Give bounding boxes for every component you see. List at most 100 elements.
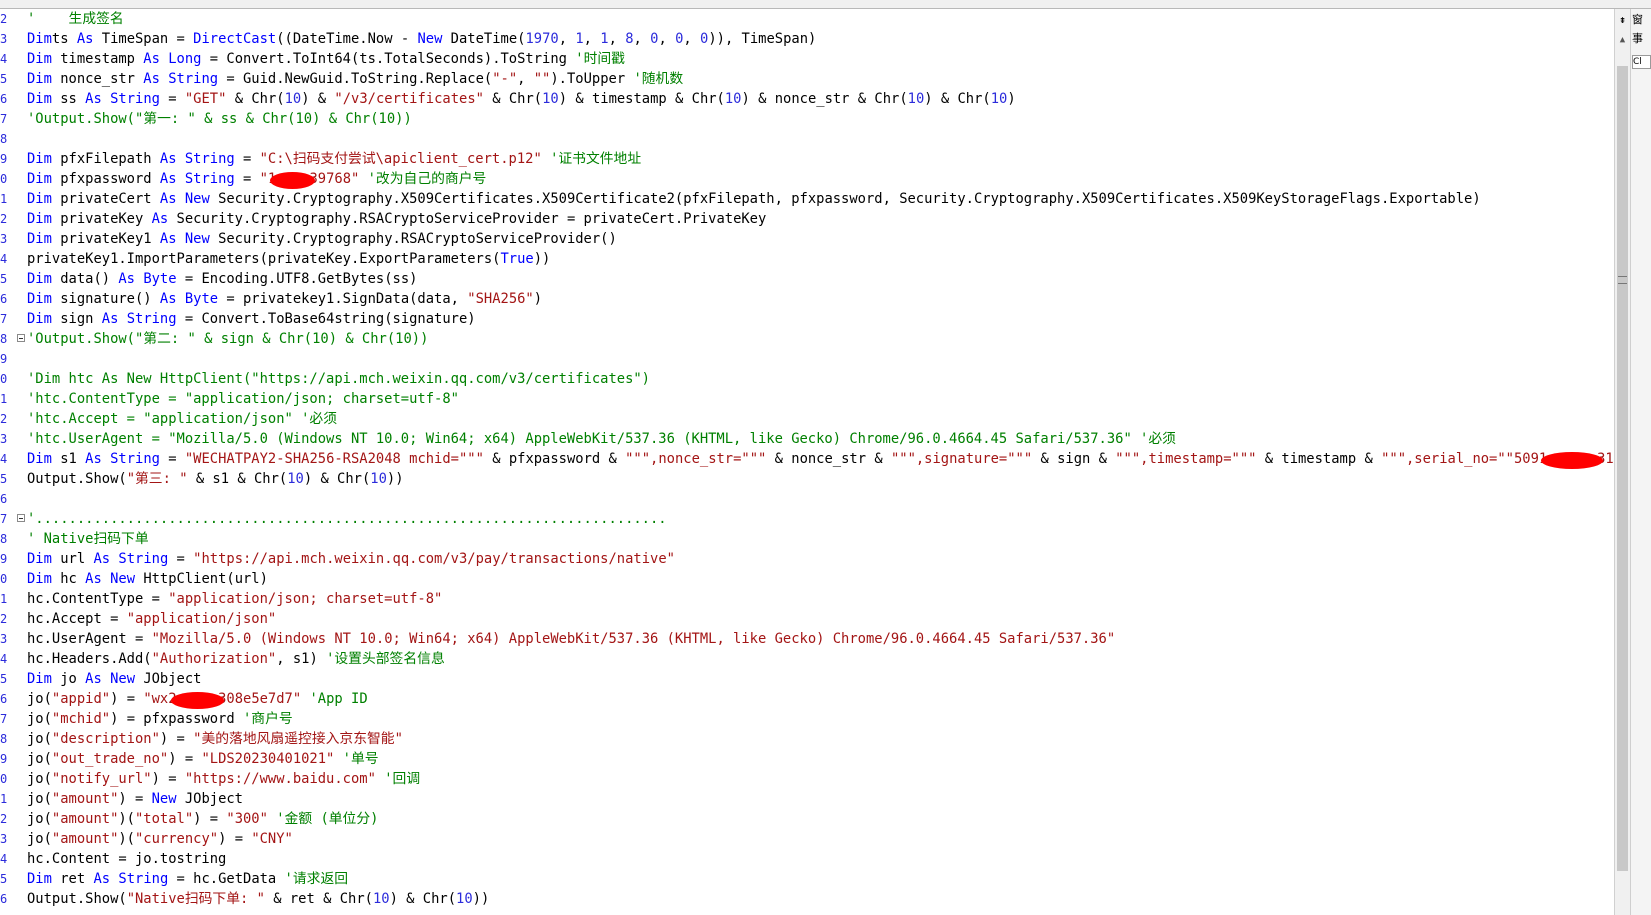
code-text: Dim privateKey1 As New Security.Cryptogr…	[27, 229, 617, 249]
code-keyword: Long	[168, 51, 202, 67]
code-line[interactable]: 2 'htc.Accept = "application/json" '必须	[0, 409, 1614, 429]
code-line[interactable]: 2 hc.Accept = "application/json"	[0, 609, 1614, 629]
code-token: Output.Show(	[27, 891, 127, 907]
code-number: 10	[284, 91, 302, 107]
code-line[interactable]: 4 hc.Headers.Add("Authorization", s1) '设置…	[0, 649, 1614, 669]
code-line[interactable]: 0 jo("notify_url") = "https://www.baidu.c…	[0, 769, 1614, 789]
code-line[interactable]: 6	[0, 489, 1614, 509]
code-line[interactable]: 7 jo("mchid") = pfxpassword '商户号	[0, 709, 1614, 729]
split-view-icon[interactable]: ⇟	[1617, 14, 1628, 26]
code-line[interactable]: 2 jo("amount")("total") = "300" '金额 (单位分)	[0, 809, 1614, 829]
code-keyword: String	[184, 151, 235, 167]
line-number: 1	[0, 392, 8, 406]
code-keyword: As	[143, 51, 160, 67]
code-line[interactable]: 8 'Output.Show("第二: " & sign & Chr(10) & …	[0, 329, 1614, 349]
code-text: 'htc.UserAgent = "Mozilla/5.0 (Windows N…	[27, 429, 1176, 449]
code-keyword: New	[184, 191, 210, 207]
code-string: """,nonce_str="""	[625, 451, 767, 467]
line-number: 5	[0, 472, 8, 486]
code-line[interactable]: 1 jo("amount") = New JObject	[0, 789, 1614, 809]
code-line[interactable]: 1 Dim privateCert As New Security.Cryptog…	[0, 189, 1614, 209]
code-line[interactable]: 3 'htc.UserAgent = "Mozilla/5.0 (Windows …	[0, 429, 1614, 449]
code-text: Dim privateKey As Security.Cryptography.…	[27, 209, 766, 229]
code-line[interactable]: 4 privateKey1.ImportParameters(privateKey…	[0, 249, 1614, 269]
code-text: Dim pfxpassword As String = "1 39768" '改…	[27, 169, 486, 189]
code-token: , TimeSpan)	[724, 31, 817, 47]
code-line[interactable]: 5 Dim nonce_str As String = Guid.NewGuid.…	[0, 69, 1614, 89]
code-text: jo("appid") = "wx2 308e5e7d7" 'App ID	[27, 689, 368, 709]
vertical-scrollbar[interactable]: ⇟ ▲	[1614, 9, 1630, 915]
code-line[interactable]: 6 Dim ss As String = "GET" & Chr(10) & "/…	[0, 89, 1614, 109]
line-number: 0	[0, 772, 8, 786]
code-line[interactable]: 8 ' Native扫码下单	[0, 529, 1614, 549]
line-number: 7	[0, 712, 8, 726]
code-token: ,	[558, 31, 576, 47]
code-line[interactable]: 9 jo("out_trade_no") = "LDS20230401021" '…	[0, 749, 1614, 769]
code-text: Dim hc As New HttpClient(url)	[27, 569, 268, 589]
code-line[interactable]: 5 Dim data() As Byte = Encoding.UTF8.GetB…	[0, 269, 1614, 289]
code-line[interactable]: 0 'Dim htc As New HttpClient("https://api…	[0, 369, 1614, 389]
code-comment: ' 生成签名	[27, 11, 124, 27]
code-line[interactable]: 3 Dim privateKey1 As New Security.Cryptog…	[0, 229, 1614, 249]
panel-tab-events[interactable]: 事	[1632, 31, 1650, 47]
code-text: Dim pfxFilepath As String = "C:\扫码支付尝试\a…	[27, 149, 641, 169]
code-line[interactable]: 7 Dim sign As String = Convert.ToBase64st…	[0, 309, 1614, 329]
code-token: ,	[583, 31, 601, 47]
code-token: = Convert.ToInt64(ts.TotalSeconds).ToStr…	[201, 51, 576, 67]
scroll-up-icon[interactable]: ▲	[1617, 35, 1628, 47]
code-token: JObject	[176, 791, 243, 807]
code-line[interactable]: 6 Dim signature() As Byte = privatekey1.S…	[0, 289, 1614, 309]
code-token: ) & timestamp & Chr(	[558, 91, 725, 107]
code-line[interactable]: 7 'Output.Show("第一: " & ss & Chr(10) & Ch…	[0, 109, 1614, 129]
code-line[interactable]: 9	[0, 349, 1614, 369]
code-line[interactable]: 5 Output.Show("第三: " & s1 & Chr(10) & Chr…	[0, 469, 1614, 489]
code-line[interactable]: 6 jo("appid") = "wx2 308e5e7d7" 'App ID	[0, 689, 1614, 709]
code-line[interactable]: 3 Dimts As TimeSpan = DirectCast((DateTim…	[0, 29, 1614, 49]
fold-toggle-icon[interactable]	[17, 514, 25, 522]
code-line[interactable]: 8	[0, 129, 1614, 149]
panel-class-box[interactable]: Cl	[1632, 55, 1651, 69]
code-token: =	[159, 451, 185, 467]
code-token: TimeSpan =	[93, 31, 194, 47]
code-line[interactable]: 7 '......................................…	[0, 509, 1614, 529]
code-line[interactable]: 2 Dim privateKey As Security.Cryptography…	[0, 209, 1614, 229]
code-string: "description"	[51, 731, 160, 747]
code-line[interactable]: 8 jo("description") = "美的落地风扇遥控接入京东智能"	[0, 729, 1614, 749]
title-bar-edge	[0, 0, 1651, 9]
code-line[interactable]: 3 hc.UserAgent = "Mozilla/5.0 (Windows NT…	[0, 629, 1614, 649]
code-line[interactable]: 5 Dim ret As String = hc.GetData '请求返回	[0, 869, 1614, 889]
code-line[interactable]: 1 hc.ContentType = "application/json; cha…	[0, 589, 1614, 609]
code-line[interactable]: 4 Dim timestamp As Long = Convert.ToInt64…	[0, 49, 1614, 69]
code-token: ))	[533, 251, 551, 267]
code-line[interactable]: 9 Dim pfxFilepath As String = "C:\扫码支付尝试\…	[0, 149, 1614, 169]
code-text: Output.Show("Native扫码下单: " & ret & Chr(1…	[27, 889, 489, 909]
code-token: ) & Chr(	[303, 471, 371, 487]
code-text: Dim url As String = "https://api.mch.wei…	[27, 549, 675, 569]
code-token: ,	[608, 31, 626, 47]
fold-toggle-icon[interactable]	[17, 334, 25, 342]
line-number: 2	[0, 812, 8, 826]
line-number: 2	[0, 612, 8, 626]
code-token: )(	[118, 811, 135, 827]
code-text: jo("mchid") = pfxpassword '商户号	[27, 709, 293, 729]
code-keyword: As	[159, 151, 177, 167]
code-line[interactable]: 1 'htc.ContentType = "application/json; c…	[0, 389, 1614, 409]
code-line[interactable]: 9 Dim url As String = "https://api.mch.we…	[0, 549, 1614, 569]
code-line[interactable]: 2 ' 生成签名	[0, 9, 1614, 29]
code-line[interactable]: 3 jo("amount")("currency") = "CNY"	[0, 829, 1614, 849]
code-line[interactable]: 0 Dim pfxpassword As String = "1 39768" '…	[0, 169, 1614, 189]
code-editor[interactable]: 2 ' 生成签名 3 Dimts As TimeSpan = DirectCast((…	[0, 9, 1614, 915]
code-keyword: As	[101, 311, 119, 327]
code-line[interactable]: 6 Output.Show("Native扫码下单: " & ret & Chr(…	[0, 889, 1614, 909]
code-line[interactable]: 4 hc.Content = jo.tostring	[0, 849, 1614, 869]
code-keyword: Dim	[27, 151, 52, 167]
code-line[interactable]: 5 Dim jo As New JObject	[0, 669, 1614, 689]
code-line[interactable]: 4 Dim s1 As String = "WECHATPAY2-SHA256-R…	[0, 449, 1614, 469]
code-line[interactable]: 0 Dim hc As New HttpClient(url)	[0, 569, 1614, 589]
code-comment: '设置头部签名信息	[326, 651, 445, 667]
scrollbar-thumb[interactable]	[1617, 66, 1628, 871]
panel-tab-window[interactable]: 窗	[1632, 12, 1650, 28]
